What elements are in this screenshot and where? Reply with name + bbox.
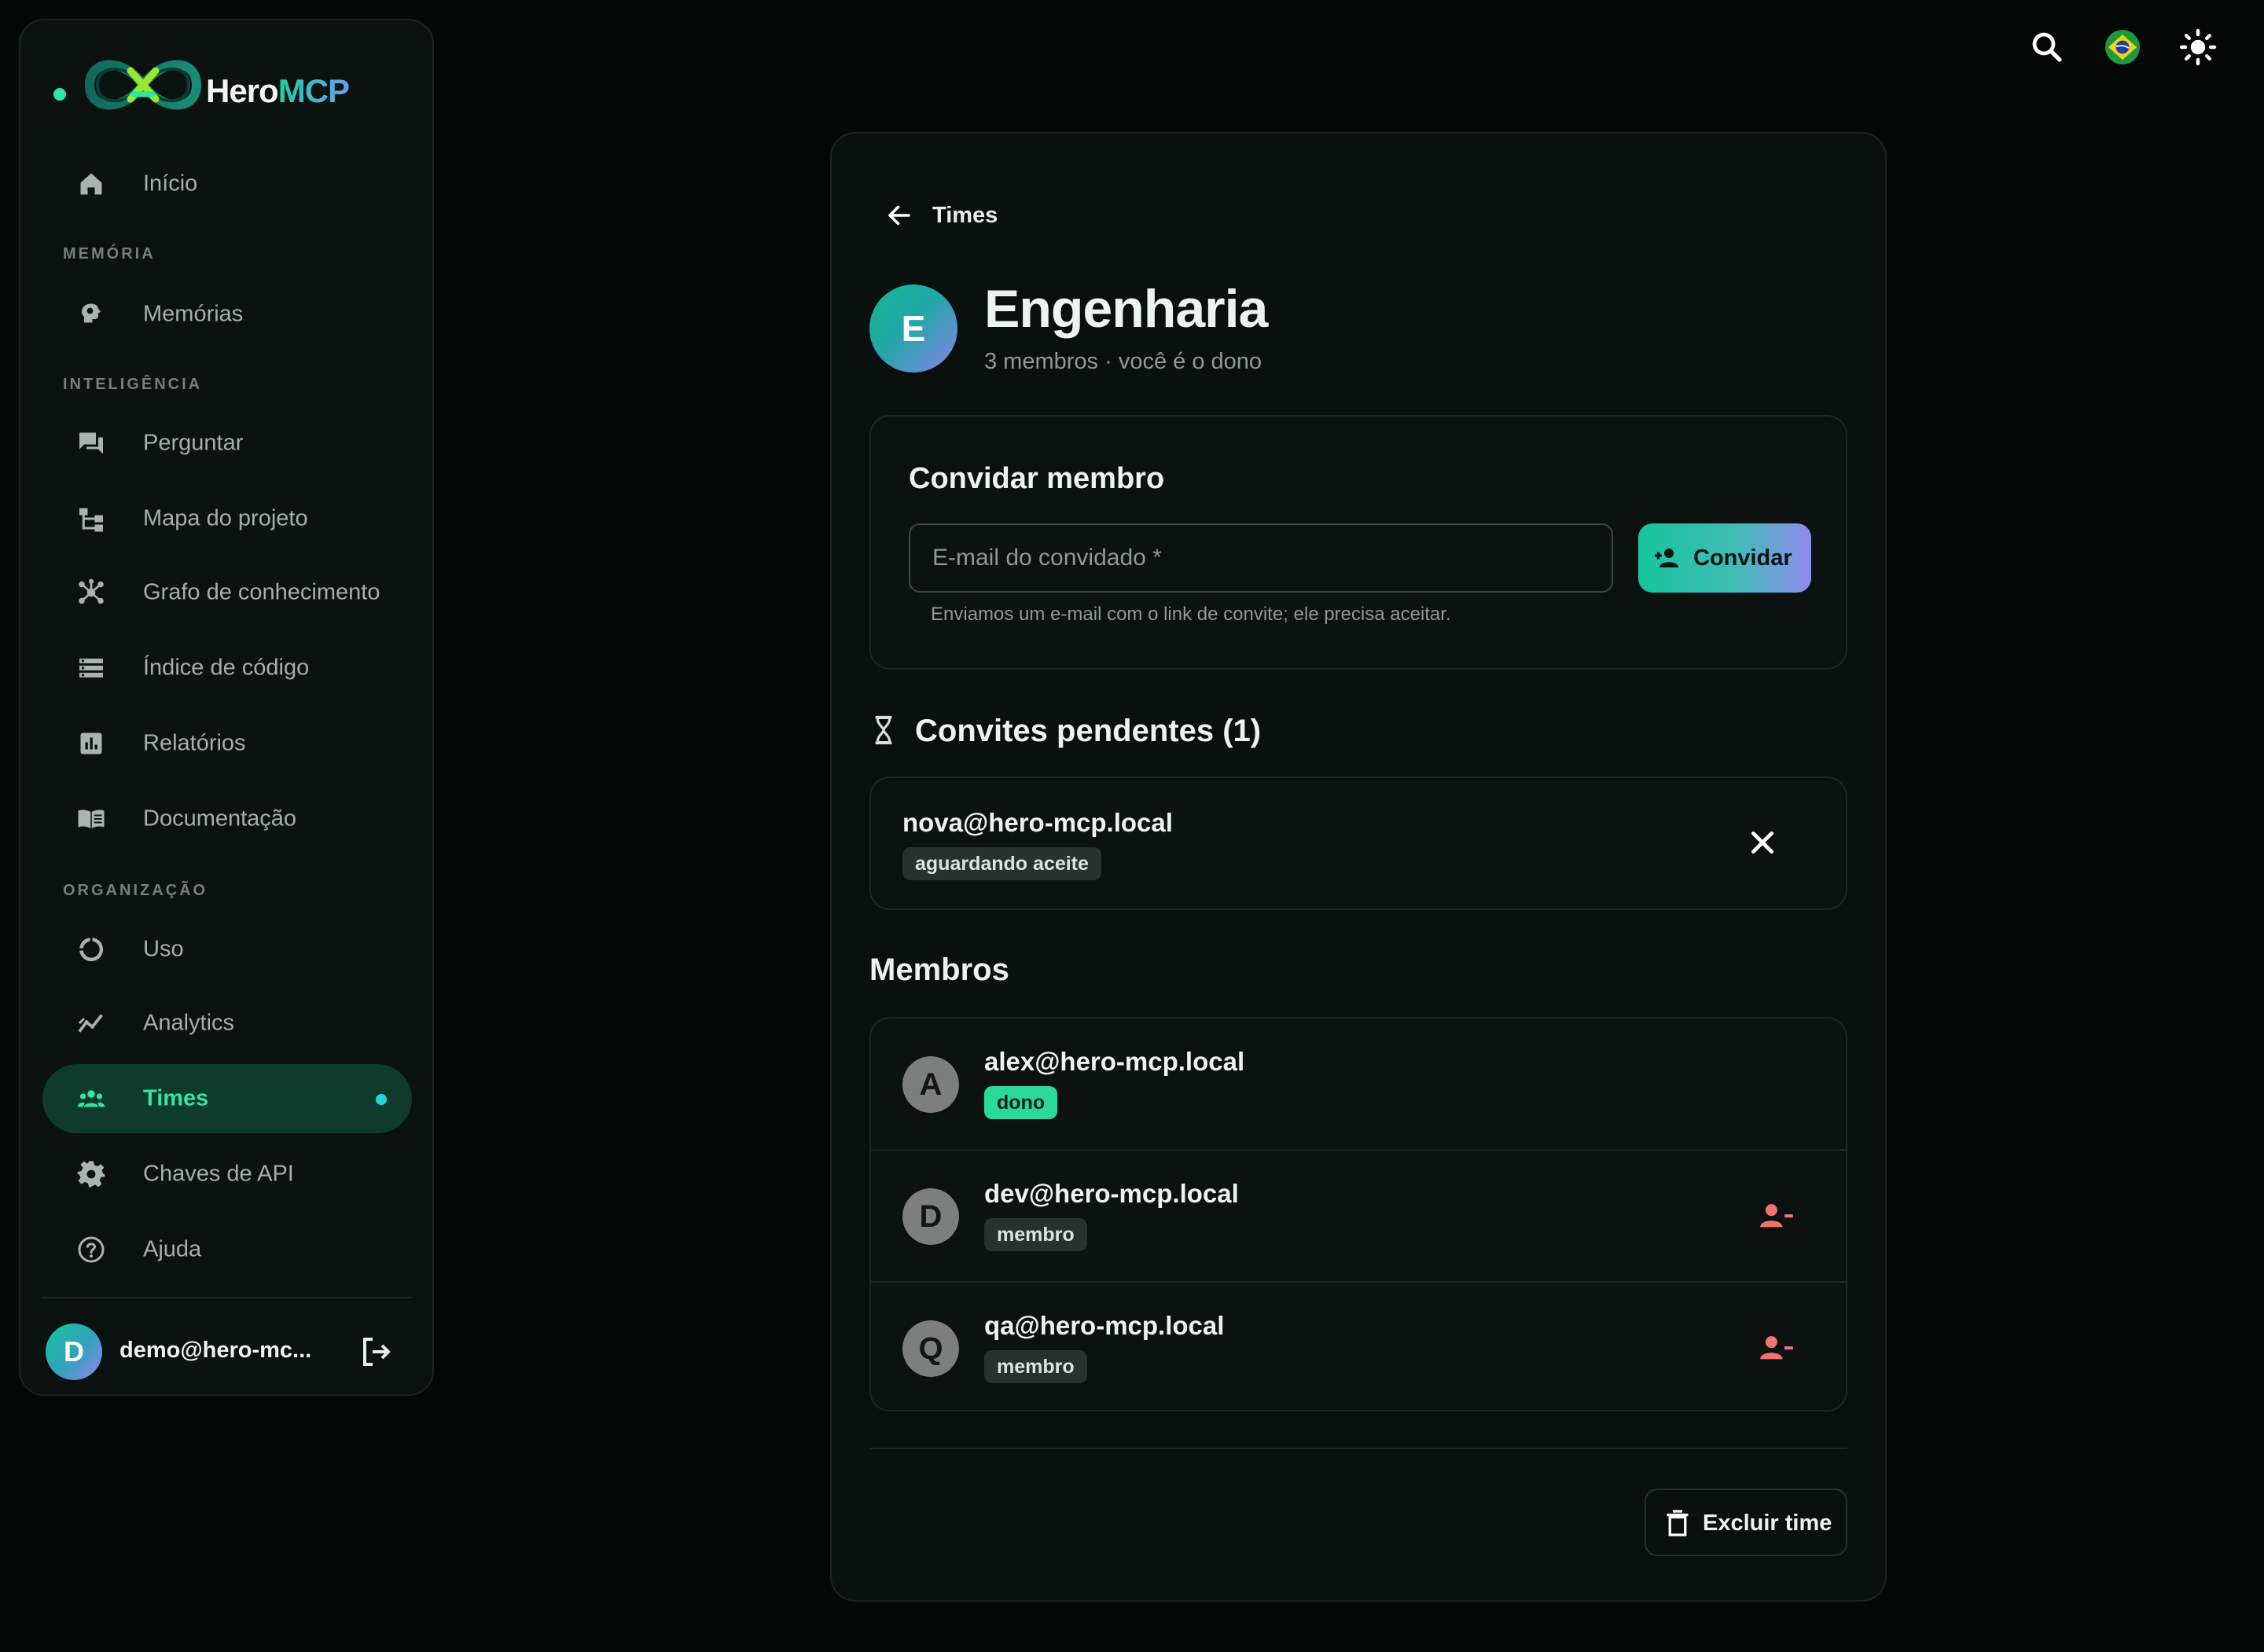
sidebar-item-label: Relatórios: [143, 730, 246, 756]
invite-button-label: Convidar: [1693, 545, 1792, 571]
sidebar-item-label: Analytics: [143, 1010, 235, 1036]
infinity-logo-icon: [84, 60, 202, 110]
sidebar-item-label: Chaves de API: [143, 1161, 294, 1187]
page-title: Engenharia: [984, 279, 1268, 339]
home-icon: [80, 173, 102, 195]
person-remove-icon[interactable]: [1759, 1201, 1794, 1232]
members-title: Membros: [869, 953, 1009, 987]
sidebar-item-label: Ajuda: [143, 1236, 202, 1262]
gear-icon: [77, 1161, 105, 1188]
sidebar-item-memorias[interactable]: Memórias: [42, 280, 412, 349]
section-label-organization: ORGANIZAÇÃO: [63, 882, 208, 899]
search-icon[interactable]: [2028, 28, 2066, 66]
invite-hint: Enviamos um e-mail com o link de convite…: [931, 604, 1451, 625]
arrow-left-icon: [888, 205, 910, 226]
role-badge: dono: [984, 1086, 1058, 1119]
user-email: demo@hero-mc...: [119, 1338, 312, 1363]
avatar[interactable]: D: [46, 1323, 102, 1380]
status-badge: aguardando aceite: [902, 847, 1101, 880]
sidebar-divider: [41, 1297, 412, 1298]
logout-icon[interactable]: [357, 1333, 395, 1371]
sidebar-item-label: Memórias: [143, 301, 244, 327]
sidebar-item-grafo-de-conhecimento[interactable]: Grafo de conhecimento: [42, 558, 412, 627]
close-icon[interactable]: [1747, 827, 1778, 858]
team-avatar: E: [869, 285, 957, 373]
delete-team-button[interactable]: Excluir time: [1645, 1489, 1847, 1556]
avatar: Q: [902, 1320, 959, 1377]
tree-icon: [79, 508, 103, 532]
invite-email-input[interactable]: [909, 523, 1613, 593]
member-email: qa@hero-mcp.local: [984, 1311, 1225, 1340]
sidebar-item-label: Times: [143, 1085, 209, 1111]
graph-icon: [79, 578, 104, 604]
sidebar-item-analytics[interactable]: Analytics: [42, 989, 412, 1058]
pending-invite-email: nova@hero-mcp.local: [902, 808, 1173, 837]
help-icon: [78, 1236, 105, 1263]
member-email: dev@hero-mcp.local: [984, 1179, 1239, 1208]
sidebar-item-documentacao[interactable]: Documentação: [42, 784, 412, 854]
team-subtitle: 3 membros · você é o dono: [984, 349, 1262, 374]
sidebar-item-perguntar[interactable]: Perguntar: [42, 409, 412, 478]
brazil-flag-icon[interactable]: [2104, 28, 2141, 66]
chat-icon: [79, 432, 103, 454]
sidebar-item-indice-de-codigo[interactable]: Índice de código: [42, 633, 412, 703]
book-icon: [78, 809, 105, 828]
sidebar-item-ajuda[interactable]: Ajuda: [42, 1215, 412, 1284]
list-icon: [79, 659, 103, 677]
sidebar-item-uso[interactable]: Uso: [42, 915, 412, 984]
section-label-intelligence: INTELIGÊNCIA: [63, 376, 203, 393]
table-row: A alex@hero-mcp.local dono: [871, 1019, 1846, 1149]
hourglass-icon: [875, 715, 892, 745]
pending-invites-list: nova@hero-mcp.local aguardando aceite: [869, 776, 1847, 910]
trash-icon: [1667, 1510, 1689, 1536]
avatar: D: [902, 1188, 959, 1245]
sidebar-item-label: Perguntar: [143, 430, 244, 456]
pending-invites-title: Convites pendentes (1): [915, 714, 1262, 748]
status-dot: [53, 88, 66, 101]
person-remove-icon[interactable]: [1759, 1333, 1794, 1364]
table-row: D dev@hero-mcp.local membro: [871, 1149, 1846, 1279]
brand[interactable]: HeroMCP: [20, 20, 432, 130]
sidebar-item-mapa-do-projeto[interactable]: Mapa do projeto: [42, 484, 412, 553]
donut-icon: [79, 938, 104, 962]
sidebar-item-times[interactable]: Times: [42, 1064, 412, 1133]
table-row: Q qa@hero-mcp.local membro: [871, 1281, 1846, 1410]
team-detail-card: Times E Engenharia 3 membros · você é o …: [830, 132, 1887, 1602]
brand-name: HeroMCP: [206, 72, 350, 109]
sidebar-item-label: Início: [143, 171, 198, 196]
role-badge: membro: [984, 1218, 1087, 1251]
sidebar-item-label: Uso: [143, 936, 184, 962]
trend-icon: [78, 1014, 103, 1033]
active-indicator-dot: [376, 1094, 387, 1105]
section-label-memory: MEMÓRIA: [63, 245, 156, 262]
sidebar-item-inicio[interactable]: Início: [42, 149, 412, 218]
invite-title: Convidar membro: [909, 462, 1165, 495]
sidebar-item-label: Grafo de conhecimento: [143, 579, 380, 605]
bar-chart-icon: [80, 732, 102, 754]
card-divider: [869, 1448, 1847, 1449]
member-email: alex@hero-mcp.local: [984, 1047, 1245, 1076]
role-badge: membro: [984, 1350, 1087, 1383]
sidebar-item-relatorios[interactable]: Relatórios: [42, 709, 412, 778]
sidebar-item-label: Documentação: [143, 806, 297, 832]
person-add-icon: [1655, 549, 1678, 567]
back-to-teams-link[interactable]: Times: [885, 193, 1082, 237]
back-link-label: Times: [932, 203, 998, 228]
invite-button[interactable]: Convidar: [1638, 523, 1811, 593]
sidebar-item-label: Índice de código: [143, 655, 310, 681]
sidebar-item-chaves-de-api[interactable]: Chaves de API: [42, 1140, 412, 1209]
invite-member-panel: Convidar membro Convidar Enviamos um e-m…: [869, 415, 1847, 670]
avatar: A: [902, 1056, 959, 1113]
sidebar-item-label: Mapa do projeto: [143, 505, 308, 531]
members-list: A alex@hero-mcp.local dono D dev@hero-mc…: [869, 1017, 1847, 1412]
group-icon: [77, 1090, 105, 1107]
sidebar: HeroMCP Início MEMÓRIA Memórias INTELIGÊ…: [19, 19, 434, 1396]
delete-team-label: Excluir time: [1703, 1511, 1832, 1536]
brain-icon: [82, 303, 101, 323]
sun-icon[interactable]: [2179, 28, 2217, 66]
